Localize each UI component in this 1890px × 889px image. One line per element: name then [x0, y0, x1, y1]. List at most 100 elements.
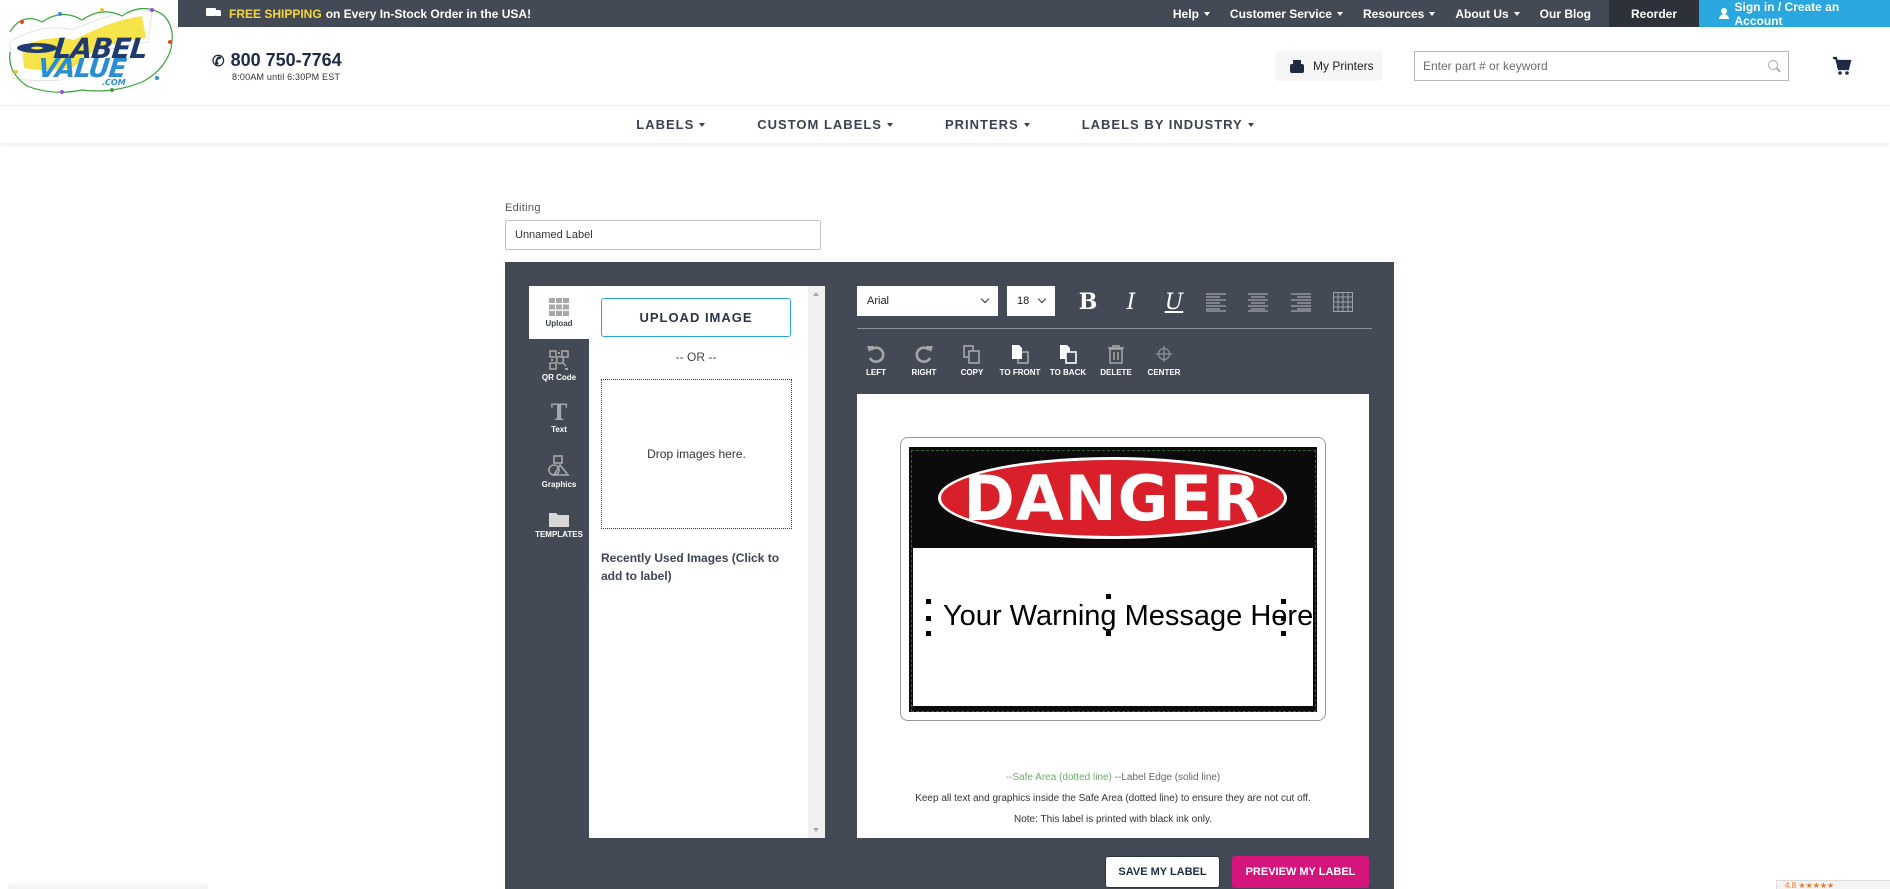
caret-down-icon	[699, 122, 706, 127]
send-to-back-icon	[1060, 345, 1077, 364]
rail-text[interactable]: T Text	[529, 392, 589, 445]
rating-badge[interactable]: 4.8 ★★★★★	[1776, 880, 1890, 889]
align-right-button[interactable]	[1287, 288, 1315, 316]
signin-button[interactable]: Sign in / Create an Account	[1699, 0, 1890, 28]
italic-button[interactable]: I	[1117, 288, 1145, 316]
rotate-right-label: RIGHT	[911, 368, 937, 377]
scroll-up-arrow-icon[interactable]	[813, 292, 819, 296]
qr-code-icon	[549, 349, 569, 370]
editing-label: Editing	[505, 202, 541, 214]
site-logo[interactable]: LABEL VALUE .COM	[2, 2, 180, 98]
rail-graphics-label: Graphics	[541, 479, 577, 489]
search-icon[interactable]	[1768, 60, 1780, 72]
phone-number-link[interactable]: ✆ 800 750-7764	[212, 50, 342, 71]
resize-handle[interactable]	[926, 616, 931, 621]
preview-label-button[interactable]: PREVIEW MY LABEL	[1232, 856, 1369, 888]
my-printers-label: My Printers	[1313, 59, 1374, 73]
search-placeholder: Enter part # or keyword	[1423, 59, 1548, 73]
label-name-input[interactable]	[505, 220, 821, 250]
topnav-our-blog[interactable]: Our Blog	[1530, 0, 1601, 27]
rotate-left-label: LEFT	[866, 368, 886, 377]
mainnav-custom-labels-label: CUSTOM LABELS	[757, 117, 882, 132]
danger-header[interactable]: DANGER	[909, 447, 1317, 548]
reorder-label: Reorder	[1630, 6, 1677, 21]
center-button[interactable]: CENTER	[1140, 344, 1188, 377]
my-printers-button[interactable]: My Printers	[1275, 51, 1382, 81]
font-family-value: Arial	[867, 295, 890, 307]
italic-icon: I	[1126, 289, 1136, 315]
text-icon: T	[550, 400, 568, 426]
bold-button[interactable]: B	[1074, 288, 1102, 316]
bring-to-front-icon	[1012, 345, 1029, 364]
toolbar-divider	[857, 328, 1372, 329]
crosshair-icon	[1156, 346, 1172, 362]
rotate-right-icon	[915, 346, 933, 363]
rotate-right-button[interactable]: RIGHT	[900, 344, 948, 377]
scroll-down-arrow-icon[interactable]	[813, 828, 819, 832]
rotate-left-button[interactable]: LEFT	[852, 344, 900, 377]
resize-handle[interactable]	[1281, 616, 1286, 621]
mainnav-labels[interactable]: LABELS	[636, 117, 706, 132]
reorder-button[interactable]: Reorder	[1608, 0, 1699, 27]
to-back-button[interactable]: TO BACK	[1044, 344, 1092, 377]
rail-qr-code[interactable]: QR Code	[529, 339, 589, 392]
legend-note: --Safe Area (dotted line) --Label Edge (…	[857, 772, 1369, 783]
caret-down-icon	[1203, 11, 1210, 16]
save-label-button[interactable]: SAVE MY LABEL	[1105, 856, 1220, 888]
align-left-button[interactable]	[1202, 288, 1230, 316]
resize-handle[interactable]	[1281, 631, 1286, 636]
tool-rail: Upload QR Code T Text Graphics TEMPLATES	[529, 286, 589, 551]
mainnav-custom-labels[interactable]: CUSTOM LABELS	[757, 117, 893, 132]
rail-upload[interactable]: Upload	[529, 286, 589, 339]
business-hours: 8:00AM until 6:30PM EST	[232, 72, 341, 82]
upload-panel: UPLOAD IMAGE -- OR -- Drop images here. …	[589, 286, 825, 838]
phone-number: 800 750-7764	[230, 50, 342, 70]
underline-button[interactable]: U	[1160, 288, 1188, 316]
rail-upload-label: Upload	[545, 318, 573, 328]
font-size-select[interactable]: 18	[1007, 286, 1055, 316]
mainnav-labels-by-industry[interactable]: LABELS BY INDUSTRY	[1082, 117, 1254, 132]
upload-panel-scrollbar[interactable]	[808, 286, 825, 838]
copy-icon	[963, 345, 980, 364]
warning-message-textbox[interactable]: Your Warning Message Here	[943, 600, 1313, 633]
caret-down-icon	[1336, 11, 1343, 16]
rail-text-label: Text	[551, 425, 567, 434]
delete-label: DELETE	[1100, 368, 1132, 377]
topnav-our-blog-label: Our Blog	[1539, 6, 1591, 21]
resize-handle[interactable]	[926, 631, 931, 636]
delete-button[interactable]: DELETE	[1092, 344, 1140, 377]
phone-icon: ✆	[212, 52, 225, 70]
topnav-customer-service[interactable]: Customer Service	[1220, 0, 1353, 27]
resize-handle[interactable]	[926, 599, 931, 604]
align-center-button[interactable]	[1244, 288, 1272, 316]
or-divider: -- OR --	[675, 350, 717, 364]
caret-down-icon	[1429, 11, 1436, 16]
chevron-down-icon	[980, 294, 990, 304]
resize-handle[interactable]	[1106, 631, 1111, 636]
mainnav-printers[interactable]: PRINTERS	[945, 117, 1030, 132]
topnav-resources[interactable]: Resources	[1353, 0, 1445, 27]
label-canvas[interactable]: DANGER Your Warning Message Here --Safe …	[857, 394, 1369, 838]
caret-down-icon	[1513, 11, 1520, 16]
topnav-resources-label: Resources	[1362, 6, 1425, 21]
cart-icon[interactable]	[1832, 56, 1852, 76]
grid-toggle-button[interactable]	[1329, 288, 1357, 316]
rail-templates[interactable]: TEMPLATES	[529, 498, 589, 551]
resize-handle[interactable]	[1106, 594, 1111, 599]
align-right-icon	[1291, 293, 1311, 312]
mainnav-printers-label: PRINTERS	[944, 117, 1019, 132]
align-left-icon	[1206, 293, 1226, 312]
cart-glyph	[1833, 56, 1852, 75]
search-input[interactable]: Enter part # or keyword	[1414, 51, 1789, 81]
font-family-select[interactable]: Arial	[857, 286, 998, 316]
image-drop-zone[interactable]: Drop images here.	[601, 379, 792, 529]
user-icon	[1719, 8, 1730, 19]
ink-note: Note: This label is printed with black i…	[1013, 814, 1213, 825]
copy-button[interactable]: COPY	[948, 344, 996, 377]
to-front-button[interactable]: TO FRONT	[996, 344, 1044, 377]
topnav-help[interactable]: Help	[1163, 0, 1220, 27]
rail-graphics[interactable]: Graphics	[529, 445, 589, 498]
resize-handle[interactable]	[1281, 599, 1286, 604]
topnav-about-us[interactable]: About Us	[1445, 0, 1529, 27]
upload-image-button[interactable]: UPLOAD IMAGE	[601, 298, 791, 337]
